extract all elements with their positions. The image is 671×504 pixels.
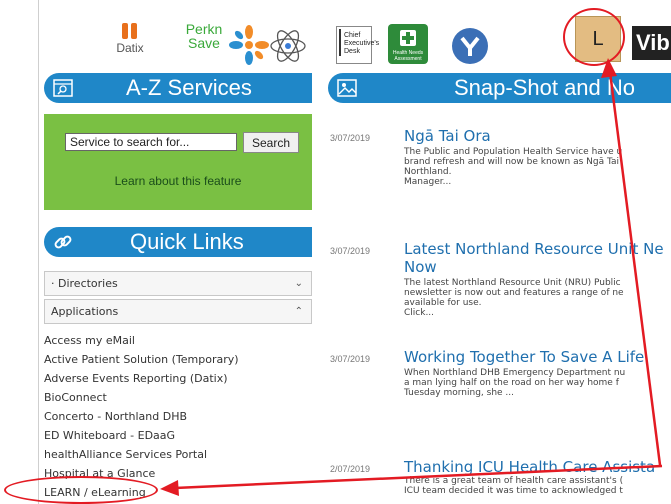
service-search-panel: Search Learn about this feature: [44, 114, 312, 210]
annotation-circle-learn-icon: [563, 8, 625, 66]
quick-links-title: Quick Links: [130, 229, 244, 254]
news-title-link[interactable]: Working Together To Save A Life: [404, 348, 671, 366]
news-date: 2/07/2019: [330, 464, 371, 474]
yoursay-icon: [452, 28, 488, 64]
atom-icon: [270, 30, 306, 62]
service-search-input[interactable]: [65, 133, 237, 151]
orange-blue-star-icon: [229, 25, 269, 65]
datix-logo-icon: [120, 22, 140, 40]
app-link-active-patient[interactable]: Active Patient Solution (Temporary): [44, 350, 312, 369]
link-chain-icon: [54, 235, 72, 249]
directories-label: · Directories: [51, 277, 118, 290]
chevron-up-icon: ⌃: [294, 306, 303, 317]
hna-label: Health Needs Assessment: [392, 50, 424, 62]
perkn-save-app-icon[interactable]: Perkn Save: [184, 22, 224, 58]
app-link-adverse-events[interactable]: Adverse Events Reporting (Datix): [44, 369, 312, 388]
news-excerpt: The Public and Population Health Service…: [404, 147, 623, 187]
applications-accordion[interactable]: Applications ⌃: [44, 299, 312, 324]
atom-app-icon[interactable]: [268, 26, 308, 66]
search-window-icon: [53, 79, 73, 97]
news-title-link[interactable]: Latest Northland Resource Unit Ne Now: [404, 240, 671, 276]
news-title-link[interactable]: Ngā Tai Ora: [404, 127, 671, 145]
snapshot-news-header: Snap-Shot and No: [328, 73, 671, 103]
news-excerpt: The latest Northland Resource Unit (NRU)…: [404, 278, 624, 318]
az-services-header: A-Z Services: [44, 73, 312, 103]
search-button[interactable]: Search: [243, 132, 299, 153]
news-date: 3/07/2019: [330, 246, 371, 256]
directories-accordion[interactable]: · Directories ⌄: [44, 271, 312, 296]
chevron-down-icon: ⌄: [294, 278, 303, 289]
news-date: 3/07/2019: [330, 354, 371, 364]
news-excerpt: There is a great team of health care ass…: [404, 476, 624, 496]
app-link-ed-whiteboard[interactable]: ED Whiteboard - EDaaG: [44, 426, 312, 445]
datix-label: Datix: [116, 41, 144, 55]
annotation-circle-learn-link: [4, 476, 158, 504]
az-services-title: A-Z Services: [126, 75, 252, 100]
news-date: 3/07/2019: [330, 133, 371, 143]
yoursay-app-icon[interactable]: [450, 26, 490, 66]
datix-app-icon[interactable]: Datix: [106, 22, 154, 58]
vib-app-icon[interactable]: Vib: [632, 26, 671, 60]
chief-executives-desk-app-icon[interactable]: Chief Executive's Desk: [336, 26, 379, 64]
app-link-access-email[interactable]: Access my eMail: [44, 331, 312, 350]
snapshot-title: Snap-Shot and No: [454, 75, 636, 100]
quick-links-header: Quick Links: [44, 227, 312, 257]
app-link-healthalliance[interactable]: healthAlliance Services Portal: [44, 445, 312, 464]
image-icon: [337, 79, 357, 97]
news-title-link[interactable]: Thanking ICU Health Care Assista: [404, 458, 671, 476]
star-app-icon[interactable]: [228, 24, 270, 66]
health-needs-assessment-app-icon[interactable]: Health Needs Assessment: [388, 24, 428, 64]
perkn-save-label: Perkn Save: [185, 21, 223, 51]
learn-about-feature-link[interactable]: Learn about this feature: [44, 174, 312, 188]
page-divider: [38, 0, 39, 504]
applications-label: Applications: [51, 305, 119, 318]
news-excerpt: When Northland DHB Emergency Department …: [404, 368, 626, 398]
app-link-bioconnect[interactable]: BioConnect: [44, 388, 312, 407]
ced-label: Chief Executive's Desk: [339, 29, 379, 56]
app-link-concerto[interactable]: Concerto - Northland DHB: [44, 407, 312, 426]
